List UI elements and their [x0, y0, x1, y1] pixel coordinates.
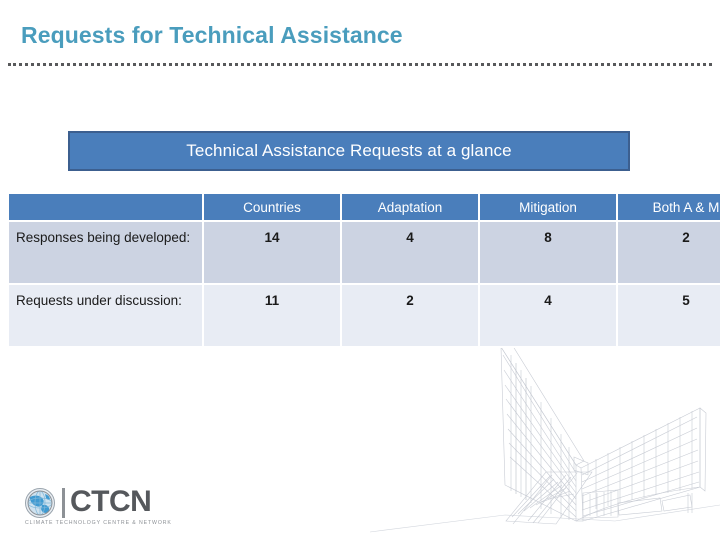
- title-divider-rule: [8, 63, 712, 66]
- row-label-requests-under-discussion: Requests under discussion:: [7, 283, 204, 348]
- cell-requests-adaptation: 2: [340, 283, 480, 348]
- page-title: Requests for Technical Assistance: [21, 22, 403, 48]
- logo-divider: [62, 488, 65, 518]
- table-header-row: Countries Adaptation Mitigation Both A &…: [7, 192, 720, 222]
- column-header-both-a-and-m: Both A & M: [616, 192, 720, 222]
- cell-responses-both: 2: [616, 220, 720, 285]
- cell-responses-countries: 14: [202, 220, 342, 285]
- ctcn-logo: CTCN CLIMATE TECHNOLOGY CENTRE & NETWORK: [24, 485, 174, 531]
- column-header-countries: Countries: [202, 192, 342, 222]
- table-caption-text: Technical Assistance Requests at a glanc…: [186, 141, 512, 160]
- logo-tagline: CLIMATE TECHNOLOGY CENTRE & NETWORK: [25, 520, 172, 526]
- cell-requests-countries: 11: [202, 283, 342, 348]
- column-header-mitigation: Mitigation: [478, 192, 618, 222]
- table-row: Responses being developed: 14 4 8 2: [7, 220, 720, 285]
- globe-icon: [25, 488, 55, 518]
- cell-requests-both: 5: [616, 283, 720, 348]
- row-label-responses-being-developed: Responses being developed:: [7, 220, 204, 285]
- cell-responses-mitigation: 8: [478, 220, 618, 285]
- table-caption-banner: Technical Assistance Requests at a glanc…: [68, 131, 630, 171]
- cell-requests-mitigation: 4: [478, 283, 618, 348]
- technical-assistance-requests-table: Countries Adaptation Mitigation Both A &…: [7, 192, 720, 348]
- logo-wordmark: CTCN: [70, 485, 152, 518]
- table-corner-cell: [7, 192, 204, 222]
- slide-canvas: Requests for Technical Assistance Techni…: [0, 0, 720, 540]
- column-header-adaptation: Adaptation: [340, 192, 480, 222]
- building-line-art-illustration: [370, 342, 720, 533]
- cell-responses-adaptation: 4: [340, 220, 480, 285]
- table-row: Requests under discussion: 11 2 4 5: [7, 283, 720, 348]
